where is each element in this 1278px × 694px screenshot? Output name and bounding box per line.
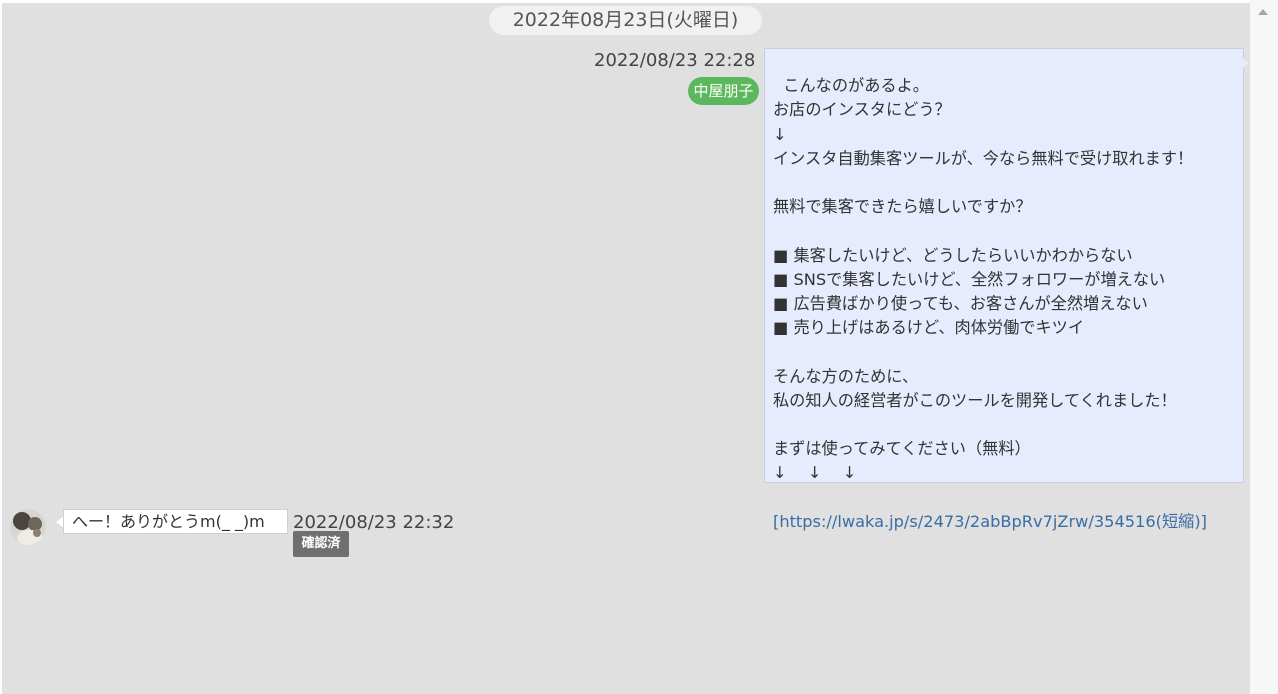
- date-separator: 2022年08月23日(火曜日): [489, 6, 762, 35]
- outgoing-timestamp: 2022/08/23 22:28: [594, 50, 756, 71]
- sender-name-badge: 中屋朋子: [688, 77, 759, 105]
- incoming-message-bubble: へー！ありがとうm(_ _)m: [63, 509, 288, 534]
- outgoing-message-text: こんなのがあるよ。 お店のインスタにどう？ ↓ インスタ自動集客ツールが、今なら…: [773, 76, 1194, 483]
- contact-avatar[interactable]: [10, 509, 46, 545]
- message-link[interactable]: [https://lwaka.jp/s/2473/2abBpRv7jZrw/35…: [773, 510, 1235, 534]
- incoming-timestamp: 2022/08/23 22:32: [293, 512, 455, 533]
- outgoing-message-bubble: こんなのがあるよ。 お店のインスタにどう？ ↓ インスタ自動集客ツールが、今なら…: [764, 48, 1244, 531]
- vertical-scrollbar[interactable]: [1250, 0, 1278, 694]
- outgoing-bubble-tail: [1243, 58, 1249, 68]
- read-status-badge: 確認済: [293, 531, 349, 557]
- avatar-image-icon: [10, 509, 46, 545]
- scroll-up-arrow-icon[interactable]: [1258, 9, 1268, 15]
